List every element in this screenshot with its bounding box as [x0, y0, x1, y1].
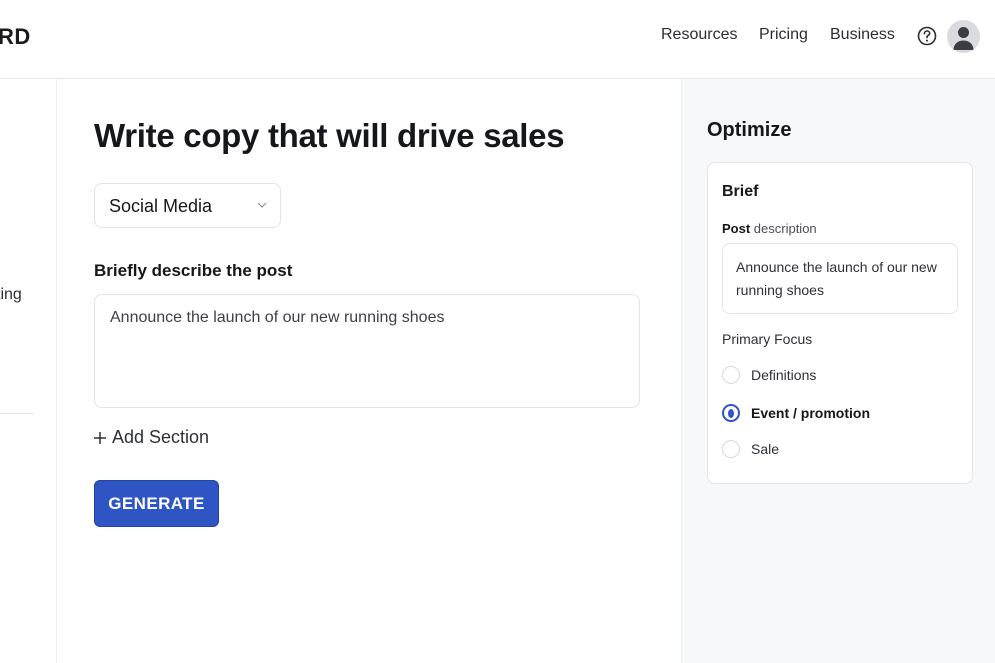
top-navigation-bar: RD Resources Pricing Business — [0, 0, 995, 79]
generate-button[interactable]: GENERATE — [94, 480, 219, 527]
plus-icon — [94, 431, 106, 444]
focus-option-definitions[interactable]: Definitions — [722, 366, 816, 384]
page-title: Write copy that will drive sales — [94, 117, 565, 154]
help-circle-icon[interactable] — [917, 26, 937, 46]
focus-option-label: Sale — [751, 441, 780, 457]
post-description-label: Briefly describe the post — [94, 261, 293, 280]
optimize-title: Optimize — [707, 119, 792, 141]
brief-card: Brief Post description Announce the laun… — [707, 162, 973, 484]
focus-option-label: Event / promotion — [751, 405, 870, 421]
content-type-value: Social Media — [109, 196, 213, 216]
left-sidebar: ting — [0, 79, 57, 663]
radio-sale[interactable] — [722, 440, 740, 458]
focus-option-label: Definitions — [751, 367, 817, 383]
primary-focus-label: Primary Focus — [722, 331, 813, 347]
content-type-select[interactable]: Social Media — [94, 183, 281, 228]
sidebar-divider — [0, 413, 34, 414]
add-section-button[interactable]: Add Section — [94, 427, 209, 448]
nav-link-resources[interactable]: Resources — [661, 26, 737, 44]
brief-description-label: Post description — [722, 221, 817, 236]
brief-title: Brief — [722, 183, 759, 200]
sidebar-item-partial[interactable]: ting — [0, 286, 22, 304]
focus-option-event-promotion[interactable]: Event / promotion — [722, 404, 870, 422]
brief-description-input[interactable]: Announce the launch of our new running s… — [722, 243, 958, 314]
brief-label-rest: description — [750, 221, 817, 236]
brand-logo[interactable]: RD — [0, 24, 31, 50]
radio-definitions[interactable] — [722, 366, 740, 384]
add-section-label: Add Section — [112, 427, 210, 447]
radio-event-promotion[interactable] — [722, 404, 740, 422]
focus-option-sale[interactable]: Sale — [722, 440, 779, 458]
brief-label-strong: Post — [722, 221, 751, 236]
nav-link-pricing[interactable]: Pricing — [759, 26, 808, 44]
optimize-panel: Optimize Brief Post description Announce… — [681, 79, 995, 663]
chevron-down-icon — [257, 202, 267, 208]
nav-link-business[interactable]: Business — [830, 26, 895, 44]
user-avatar-icon[interactable] — [947, 20, 980, 53]
main-content: Write copy that will drive sales Social … — [57, 79, 681, 663]
post-description-input[interactable]: Announce the launch of our new running s… — [94, 294, 640, 408]
